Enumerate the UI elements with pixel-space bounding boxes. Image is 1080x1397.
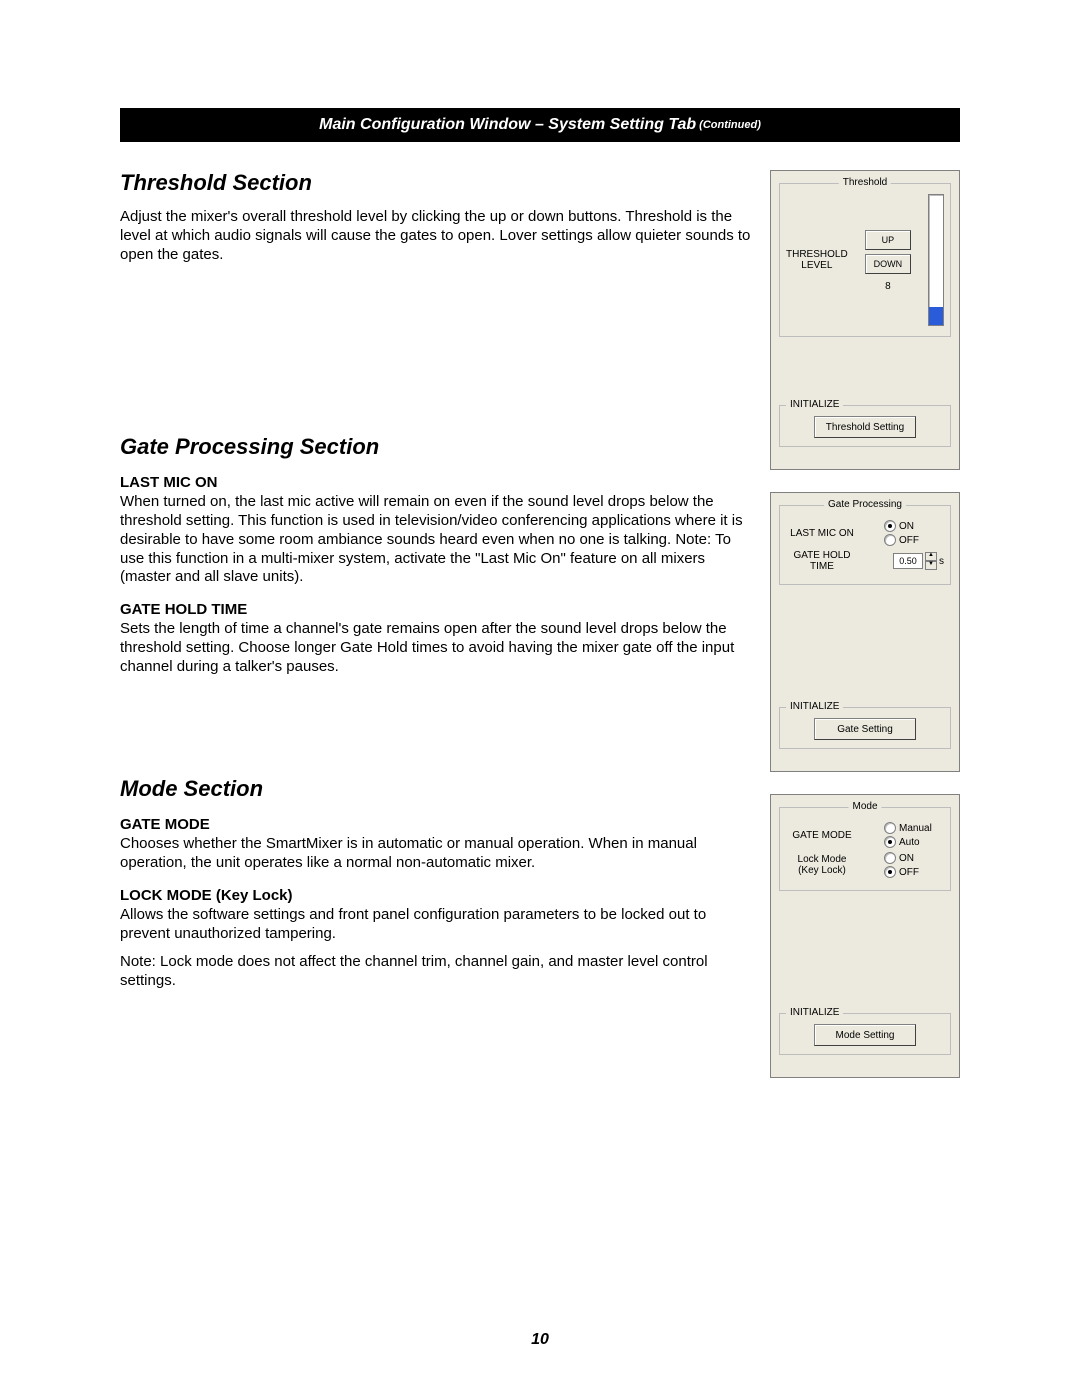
mode-panel-legend: Mode <box>848 801 881 812</box>
threshold-label-line2: LEVEL <box>786 260 848 271</box>
radio-icon <box>884 534 896 546</box>
gate-hold-time-paragraph: Sets the length of time a channel's gate… <box>120 620 752 676</box>
lock-mode-radio-off[interactable]: OFF <box>884 866 944 878</box>
lock-mode-label-l2: (Key Lock) <box>798 865 846 876</box>
chevron-down-icon[interactable]: ▼ <box>925 561 937 570</box>
gate-hold-time-subhead: GATE HOLD TIME <box>120 601 752 618</box>
radio-icon <box>884 836 896 848</box>
gate-setting-button[interactable]: Gate Setting <box>814 718 916 740</box>
lock-mode-label-l1: Lock Mode <box>798 854 847 865</box>
mode-panel: Mode GATE MODE Manual Auto <box>770 794 960 1078</box>
mode-init-legend: INITIALIZE <box>786 1007 843 1018</box>
gate-hold-label-l2: TIME <box>810 561 834 572</box>
gate-mode-subhead: GATE MODE <box>120 816 752 833</box>
threshold-init-legend: INITIALIZE <box>786 399 843 410</box>
radio-icon <box>884 866 896 878</box>
gate-processing-heading: Gate Processing Section <box>120 434 752 460</box>
mode-setting-button[interactable]: Mode Setting <box>814 1024 916 1046</box>
gate-hold-time-unit: s <box>939 556 944 567</box>
lock-mode-note: Note: Lock mode does not affect the chan… <box>120 953 752 991</box>
gate-mode-radiogroup: Manual Auto <box>880 822 944 848</box>
radio-icon <box>884 852 896 864</box>
gate-mode-paragraph: Chooses whether the SmartMixer is in aut… <box>120 835 752 873</box>
gate-hold-label-l1: GATE HOLD <box>793 550 850 561</box>
gate-init-legend: INITIALIZE <box>786 701 843 712</box>
threshold-level-fill <box>929 307 943 325</box>
gate-hold-time-spinner[interactable]: 0.50 ▲ ▼ s <box>893 552 944 570</box>
lock-mode-label: Lock Mode (Key Lock) <box>786 854 858 876</box>
lock-mode-subhead: LOCK MODE (Key Lock) <box>120 887 752 904</box>
last-mic-on-radio-on[interactable]: ON <box>884 520 944 532</box>
gate-mode-radio-auto[interactable]: Auto <box>884 836 944 848</box>
gate-processing-panel: Gate Processing LAST MIC ON ON OFF <box>770 492 960 772</box>
threshold-heading: Threshold Section <box>120 170 752 196</box>
lock-mode-radio-on[interactable]: ON <box>884 852 944 864</box>
radio-label: ON <box>899 853 914 864</box>
radio-icon <box>884 822 896 834</box>
radio-icon <box>884 520 896 532</box>
threshold-up-button[interactable]: UP <box>865 230 911 250</box>
gate-hold-time-label: GATE HOLD TIME <box>786 550 858 572</box>
threshold-panel-legend: Threshold <box>839 177 891 188</box>
radio-label: OFF <box>899 867 919 878</box>
text-column: Threshold Section Adjust the mixer's ove… <box>120 170 752 1100</box>
last-mic-on-radiogroup: ON OFF <box>880 520 944 546</box>
threshold-paragraph: Adjust the mixer's overall threshold lev… <box>120 208 752 264</box>
last-mic-on-subhead: LAST MIC ON <box>120 474 752 491</box>
gate-mode-radio-manual[interactable]: Manual <box>884 822 944 834</box>
radio-label: OFF <box>899 535 919 546</box>
threshold-panel: Threshold THRESHOLD LEVEL UP DOWN 8 <box>770 170 960 470</box>
title-bar-text: Main Configuration Window – System Setti… <box>319 116 696 134</box>
chevron-up-icon[interactable]: ▲ <box>925 552 937 561</box>
radio-label: ON <box>899 521 914 532</box>
threshold-setting-button[interactable]: Threshold Setting <box>814 416 916 438</box>
threshold-level-meter <box>928 194 944 326</box>
page-number: 10 <box>0 1331 1080 1349</box>
radio-label: Auto <box>899 837 920 848</box>
lock-mode-paragraph: Allows the software settings and front p… <box>120 906 752 944</box>
gate-hold-time-value: 0.50 <box>893 553 923 569</box>
spinner-arrows-icon[interactable]: ▲ ▼ <box>925 552 937 570</box>
gate-mode-label: GATE MODE <box>786 830 858 841</box>
panel-column: Threshold THRESHOLD LEVEL UP DOWN 8 <box>770 170 960 1100</box>
threshold-label-line1: THRESHOLD <box>786 249 848 260</box>
threshold-value: 8 <box>885 281 891 292</box>
lock-mode-radiogroup: ON OFF <box>880 852 944 878</box>
last-mic-on-paragraph: When turned on, the last mic active will… <box>120 493 752 587</box>
radio-label: Manual <box>899 823 932 834</box>
last-mic-on-label: LAST MIC ON <box>786 528 858 539</box>
gate-panel-legend: Gate Processing <box>824 499 906 510</box>
threshold-down-button[interactable]: DOWN <box>865 254 911 274</box>
last-mic-on-radio-off[interactable]: OFF <box>884 534 944 546</box>
document-page: Main Configuration Window – System Setti… <box>0 0 1080 1397</box>
title-bar: Main Configuration Window – System Setti… <box>120 108 960 142</box>
mode-heading: Mode Section <box>120 776 752 802</box>
title-bar-suffix: (Continued) <box>699 119 761 131</box>
